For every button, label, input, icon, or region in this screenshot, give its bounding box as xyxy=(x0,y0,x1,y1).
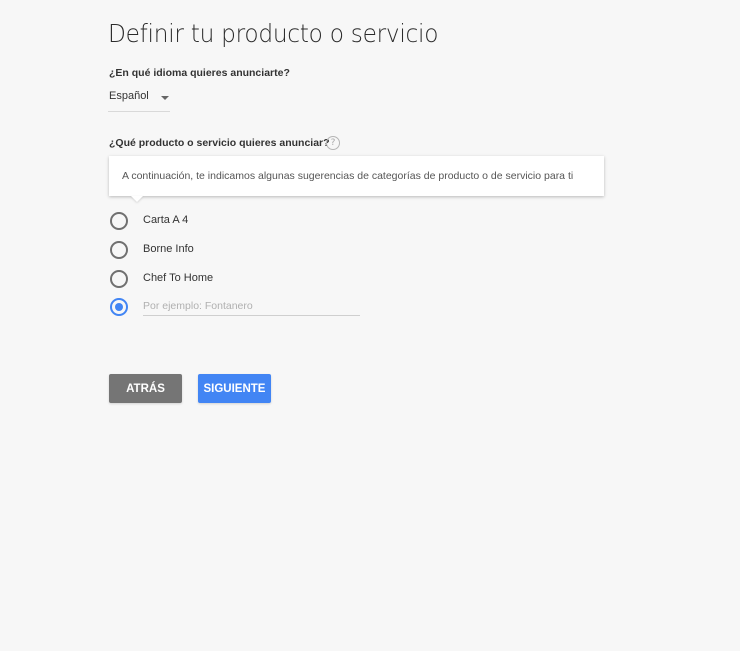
suggestions-tooltip: A continuación, te indicamos algunas sug… xyxy=(109,156,604,202)
product-question-label: ¿Qué producto o servicio quieres anuncia… xyxy=(109,137,330,149)
language-dropdown[interactable]: Español xyxy=(108,87,170,112)
page-title: Definir tu producto o servicio xyxy=(108,19,439,48)
radio-button-icon[interactable] xyxy=(110,241,128,259)
radio-button-icon[interactable] xyxy=(110,212,128,230)
radio-button-icon[interactable] xyxy=(110,270,128,288)
back-button[interactable]: ATRÁS xyxy=(109,374,182,403)
language-selected-value: Español xyxy=(109,90,149,102)
help-icon[interactable]: ? xyxy=(326,136,340,150)
language-question-label: ¿En qué idioma quieres anunciarte? xyxy=(109,67,290,79)
option-label: Carta A 4 xyxy=(143,214,189,226)
tooltip-text: A continuación, te indicamos algunas sug… xyxy=(122,170,574,182)
option-label: Borne Info xyxy=(143,243,194,255)
tooltip-arrow xyxy=(131,196,143,202)
next-button[interactable]: SIGUIENTE xyxy=(198,374,271,403)
chevron-down-icon xyxy=(161,96,169,100)
page: Definir tu producto o servicio ¿En qué i… xyxy=(0,0,740,651)
option-label: Chef To Home xyxy=(143,272,214,284)
radio-button-checked-icon[interactable] xyxy=(110,298,128,316)
custom-product-input[interactable] xyxy=(143,297,360,316)
